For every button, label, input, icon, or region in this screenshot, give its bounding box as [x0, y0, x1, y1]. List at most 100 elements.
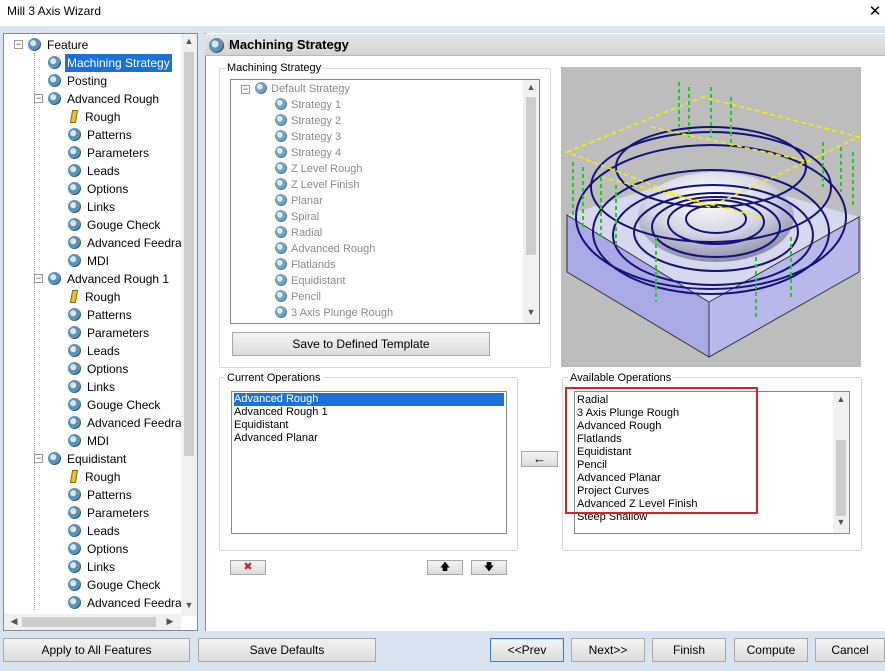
tree-item[interactable]: Rough	[68, 288, 122, 306]
tree-item[interactable]: Rough	[68, 108, 122, 126]
tree-hscroll-thumb[interactable]	[22, 617, 156, 627]
close-button[interactable]: ✕	[866, 2, 884, 22]
delete-operation-button[interactable]: ✖	[230, 560, 266, 575]
tree-item[interactable]: Advanced Feedrat	[68, 234, 187, 252]
move-up-button[interactable]: 🡅	[427, 560, 463, 575]
add-operation-button[interactable]: ←	[521, 451, 558, 467]
tree-item[interactable]: Gouge Check	[68, 576, 162, 594]
tree-item[interactable]: Advanced Rough 1	[48, 270, 171, 288]
tree-item[interactable]: Parameters	[68, 324, 151, 342]
tree-collapse-icon[interactable]: −	[34, 454, 43, 463]
scroll-up-icon[interactable]: ▲	[523, 82, 539, 92]
available-scrollbar[interactable]: ▲ ▼	[833, 392, 849, 533]
tree-item-label: Feature	[47, 38, 89, 52]
tree-item[interactable]: Leads	[68, 522, 122, 540]
gear-icon	[68, 578, 81, 591]
tree-collapse-icon[interactable]: −	[34, 94, 43, 103]
tree-item[interactable]: Links	[68, 558, 117, 576]
tree-item[interactable]: Advanced Feedrat	[68, 414, 187, 432]
tree-item[interactable]: MDI	[68, 252, 111, 270]
strategy-scrollbar[interactable]: ▲ ▼	[523, 80, 539, 323]
tree-item[interactable]: Links	[68, 378, 117, 396]
strategy-item[interactable]: Planar	[275, 193, 323, 209]
strategy-tree[interactable]: Default Strategy Strategy 1 Strategy 2 Stra…	[230, 79, 540, 324]
tree-item[interactable]: Machining Strategy	[48, 54, 172, 72]
toolpath-preview	[561, 67, 861, 367]
tree-item[interactable]: Rough	[68, 468, 122, 486]
strategy-item[interactable]: Advanced Rough	[275, 241, 375, 257]
current-operation-item[interactable]: Advanced Rough 1	[234, 406, 504, 419]
current-operations-list[interactable]: Advanced Rough Advanced Rough 1 Equidistan…	[231, 391, 507, 534]
tree-item[interactable]: Leads	[68, 162, 122, 180]
tree-vertical-scrollbar[interactable]: ▲ ▼	[181, 34, 197, 616]
save-template-button[interactable]: Save to Defined Template	[232, 332, 490, 356]
strategy-item[interactable]: Z Level Finish	[275, 177, 359, 193]
save-defaults-button[interactable]: Save Defaults	[198, 638, 376, 662]
strategy-scroll-thumb[interactable]	[526, 97, 536, 255]
scroll-left-icon[interactable]: ◀	[6, 616, 22, 627]
tree-item[interactable]: Posting	[48, 72, 109, 90]
tree-item[interactable]: Advanced Feedrat	[68, 594, 187, 612]
feature-tree[interactable]: Feature − Machining Strategy Posting Advance…	[3, 33, 198, 631]
tree-item[interactable]: Leads	[68, 342, 122, 360]
next-button[interactable]: Next>>	[571, 638, 645, 662]
tree-item[interactable]: Links	[68, 198, 117, 216]
tree-horizontal-scrollbar[interactable]: ◀ ▶	[4, 614, 181, 630]
strategy-item[interactable]: Z Level Rough	[275, 161, 363, 177]
compute-button[interactable]: Compute	[734, 638, 808, 662]
tree-item[interactable]: Patterns	[68, 126, 134, 144]
scroll-down-icon[interactable]: ▼	[523, 307, 539, 317]
strategy-item-label: Equidistant	[291, 275, 346, 287]
gear-icon	[275, 178, 287, 190]
tree-item[interactable]: Options	[68, 540, 130, 558]
tree-item-label: Links	[87, 380, 116, 394]
tree-item[interactable]: Options	[68, 180, 130, 198]
move-down-button[interactable]: 🡇	[471, 560, 507, 575]
strategy-item[interactable]: 3 Axis Plunge Rough	[275, 305, 393, 321]
current-operation-item[interactable]: Equidistant	[234, 419, 504, 432]
current-operation-item[interactable]: Advanced Rough	[234, 393, 504, 406]
current-operation-item[interactable]: Advanced Planar	[234, 432, 504, 445]
tree-item[interactable]: Patterns	[68, 306, 134, 324]
gear-icon	[275, 162, 287, 174]
gear-icon	[48, 56, 61, 69]
tree-item[interactable]: Advanced Rough	[48, 90, 161, 108]
tree-item[interactable]: Options	[68, 360, 130, 378]
gear-icon	[68, 146, 81, 159]
strategy-item[interactable]: Radial	[275, 225, 322, 241]
strategy-item[interactable]: Strategy 1	[275, 97, 341, 113]
strategy-item[interactable]: Spiral	[275, 209, 319, 225]
gear-icon	[68, 560, 81, 573]
tree-item[interactable]: Equidistant	[48, 450, 128, 468]
finish-button[interactable]: Finish	[652, 638, 726, 662]
scroll-up-icon[interactable]: ▲	[181, 36, 197, 46]
tree-item-label: Links	[87, 560, 116, 574]
available-scroll-thumb[interactable]	[836, 440, 846, 516]
strategy-item[interactable]: Pencil	[275, 289, 321, 305]
tree-item[interactable]: Gouge Check	[68, 216, 162, 234]
scroll-right-icon[interactable]: ▶	[162, 616, 178, 627]
tree-collapse-icon[interactable]: −	[14, 40, 23, 49]
strategy-item[interactable]: Strategy 2	[275, 113, 341, 129]
strategy-item[interactable]: Equidistant	[275, 273, 345, 289]
tree-collapse-icon[interactable]: −	[34, 274, 43, 283]
tree-item-label: Advanced Feedrat	[87, 236, 186, 250]
strategy-item[interactable]: Strategy 3	[275, 129, 341, 145]
tree-item[interactable]: Feature	[28, 36, 90, 54]
strategy-collapse-icon[interactable]: −	[241, 85, 250, 94]
prev-button[interactable]: <<Prev	[490, 638, 564, 662]
tree-item[interactable]: Parameters	[68, 504, 151, 522]
cancel-button[interactable]: Cancel	[815, 638, 885, 662]
apply-to-all-features-button[interactable]: Apply to All Features	[3, 638, 190, 662]
tree-item[interactable]: Patterns	[68, 486, 134, 504]
scroll-down-icon[interactable]: ▼	[833, 517, 849, 527]
scroll-down-icon[interactable]: ▼	[181, 600, 197, 610]
tree-scroll-thumb[interactable]	[184, 52, 194, 456]
scroll-up-icon[interactable]: ▲	[833, 394, 849, 404]
tree-item[interactable]: MDI	[68, 432, 111, 450]
strategy-item[interactable]: Flatlands	[275, 257, 336, 273]
strategy-item[interactable]: Default Strategy	[255, 81, 350, 97]
tree-item[interactable]: Gouge Check	[68, 396, 162, 414]
tree-item[interactable]: Parameters	[68, 144, 151, 162]
strategy-item[interactable]: Strategy 4	[275, 145, 341, 161]
